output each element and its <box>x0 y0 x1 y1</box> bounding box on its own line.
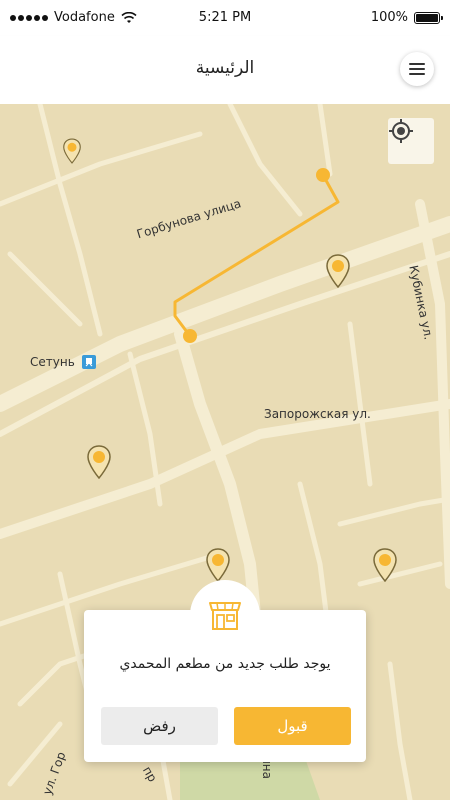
menu-button[interactable] <box>400 52 434 86</box>
order-message: يوجد طلب جديد من مطعم المحمدي <box>119 656 331 672</box>
status-bar: Vodafone 5:21 PM 100% <box>0 0 450 36</box>
train-station-icon <box>82 355 96 369</box>
restaurant-pin-icon[interactable] <box>326 254 350 288</box>
hamburger-icon <box>409 63 425 75</box>
restaurant-pin-icon[interactable] <box>63 138 81 164</box>
crosshair-icon <box>389 119 413 143</box>
battery-icon <box>414 11 443 24</box>
store-icon <box>209 602 241 630</box>
app-header: الرئيسية <box>0 36 450 104</box>
battery-percentage: 100% <box>370 10 408 25</box>
restaurant-pin-icon[interactable] <box>87 445 111 479</box>
station-label-setun: Сетунь <box>30 355 75 369</box>
restaurant-pin-icon[interactable] <box>373 548 397 582</box>
route-start-point <box>316 168 330 182</box>
status-right: 100% <box>370 10 443 25</box>
locate-me-button[interactable] <box>388 118 434 164</box>
reject-button[interactable]: رفض <box>101 707 218 745</box>
accept-button[interactable]: قبول <box>234 707 351 745</box>
route-end-point <box>183 329 197 343</box>
street-label-zaporozhskaya: Запорожская ул. <box>264 407 371 421</box>
store-badge <box>190 580 260 650</box>
page-title: الرئيسية <box>195 58 255 78</box>
restaurant-pin-icon[interactable] <box>206 548 230 582</box>
